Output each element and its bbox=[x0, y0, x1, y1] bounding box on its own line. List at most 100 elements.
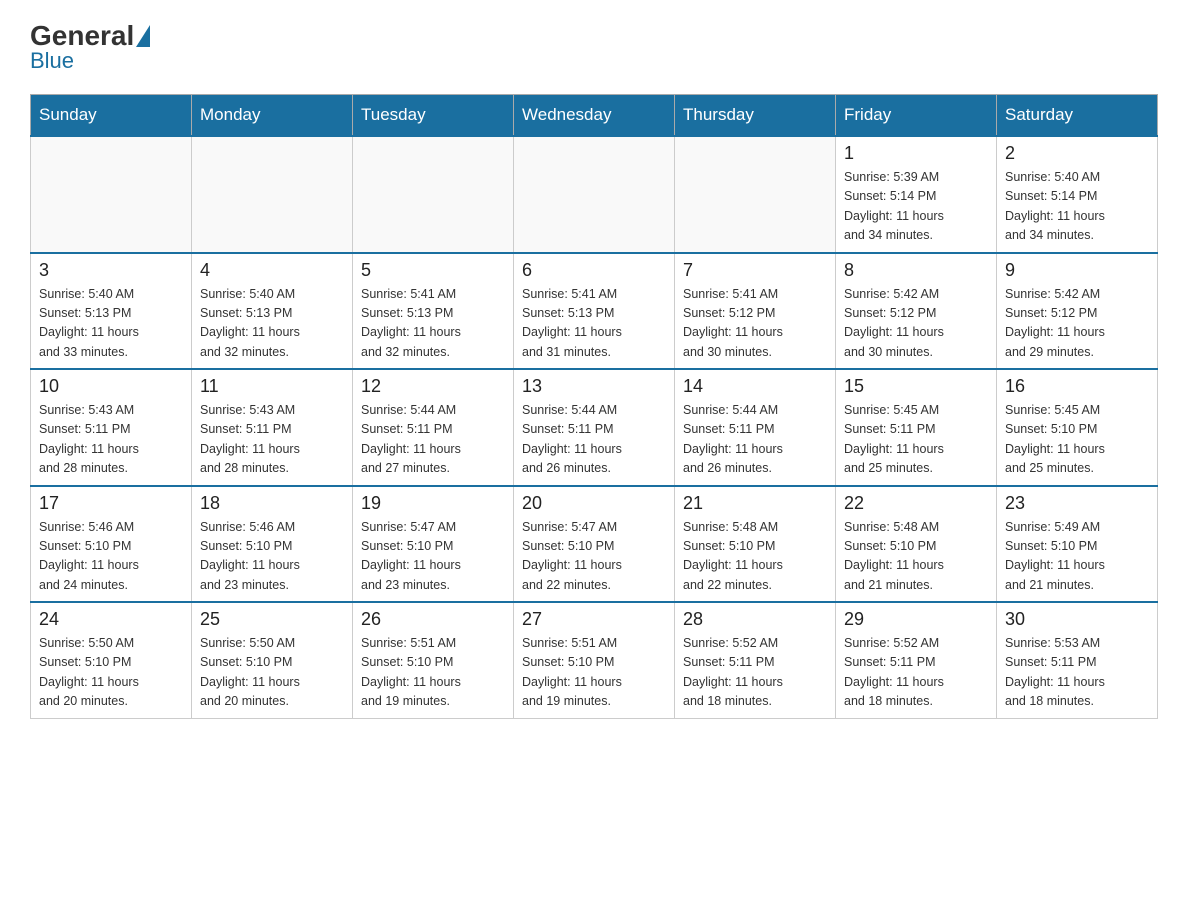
day-number: 24 bbox=[39, 609, 183, 630]
day-number: 28 bbox=[683, 609, 827, 630]
day-info: Sunrise: 5:42 AMSunset: 5:12 PMDaylight:… bbox=[844, 285, 988, 363]
calendar-cell-3-6: 23 Sunrise: 5:49 AMSunset: 5:10 PMDayligh… bbox=[997, 486, 1158, 603]
day-number: 25 bbox=[200, 609, 344, 630]
calendar-cell-3-0: 17Sunrise: 5:46 AMSunset: 5:10 PMDayligh… bbox=[31, 486, 192, 603]
week-row-1: 1 Sunrise: 5:39 AMSunset: 5:14 PMDaylight… bbox=[31, 136, 1158, 253]
calendar-cell-1-2: 5 Sunrise: 5:41 AMSunset: 5:13 PMDaylight… bbox=[353, 253, 514, 370]
calendar-cell-2-3: 13 Sunrise: 5:44 AMSunset: 5:11 PMDayligh… bbox=[514, 369, 675, 486]
day-info: Sunrise: 5:40 AMSunset: 5:14 PMDaylight:… bbox=[1005, 168, 1149, 246]
day-info: Sunrise: 5:46 AMSunset: 5:10 PMDaylight:… bbox=[200, 518, 344, 596]
calendar-cell-3-1: 18 Sunrise: 5:46 AMSunset: 5:10 PMDayligh… bbox=[192, 486, 353, 603]
calendar-cell-3-5: 22Sunrise: 5:48 AMSunset: 5:10 PMDayligh… bbox=[836, 486, 997, 603]
calendar-cell-0-4 bbox=[675, 136, 836, 253]
day-info: Sunrise: 5:50 AMSunset: 5:10 PMDaylight:… bbox=[200, 634, 344, 712]
calendar-cell-2-5: 15 Sunrise: 5:45 AMSunset: 5:11 PMDayligh… bbox=[836, 369, 997, 486]
day-number: 17 bbox=[39, 493, 183, 514]
calendar-cell-1-3: 6 Sunrise: 5:41 AMSunset: 5:13 PMDaylight… bbox=[514, 253, 675, 370]
day-number: 20 bbox=[522, 493, 666, 514]
day-info: Sunrise: 5:42 AMSunset: 5:12 PMDaylight:… bbox=[1005, 285, 1149, 363]
calendar-cell-0-1 bbox=[192, 136, 353, 253]
day-info: Sunrise: 5:48 AMSunset: 5:10 PMDaylight:… bbox=[683, 518, 827, 596]
day-number: 6 bbox=[522, 260, 666, 281]
calendar-cell-2-2: 12 Sunrise: 5:44 AMSunset: 5:11 PMDayligh… bbox=[353, 369, 514, 486]
week-row-4: 17 Sunrise: 5:46 AMSunset: 5:10 PMDayligh… bbox=[31, 486, 1158, 603]
day-number: 12 bbox=[361, 376, 505, 397]
day-info: Sunrise: 5:40 AMSunset: 5:13 PMDaylight:… bbox=[39, 285, 183, 363]
calendar-cell-0-6: 2Sunrise: 5:40 AMSunset: 5:14 PMDaylight… bbox=[997, 136, 1158, 253]
day-number: 21 bbox=[683, 493, 827, 514]
day-number: 1 bbox=[844, 143, 988, 164]
calendar-cell-2-6: 16Sunrise: 5:45 AMSunset: 5:10 PMDayligh… bbox=[997, 369, 1158, 486]
day-info: Sunrise: 5:44 AMSunset: 5:11 PMDaylight:… bbox=[361, 401, 505, 479]
day-info: Sunrise: 5:40 AMSunset: 5:13 PMDaylight:… bbox=[200, 285, 344, 363]
calendar-cell-4-1: 25 Sunrise: 5:50 AMSunset: 5:10 PMDayligh… bbox=[192, 602, 353, 718]
day-number: 23 bbox=[1005, 493, 1149, 514]
weekday-header-row: SundayMondayTuesdayWednesdayThursdayFrid… bbox=[31, 95, 1158, 137]
day-number: 27 bbox=[522, 609, 666, 630]
calendar-cell-3-3: 20Sunrise: 5:47 AMSunset: 5:10 PMDayligh… bbox=[514, 486, 675, 603]
day-info: Sunrise: 5:39 AMSunset: 5:14 PMDaylight:… bbox=[844, 168, 988, 246]
calendar-table: SundayMondayTuesdayWednesdayThursdayFrid… bbox=[30, 94, 1158, 719]
day-info: Sunrise: 5:43 AMSunset: 5:11 PMDaylight:… bbox=[200, 401, 344, 479]
calendar-cell-2-0: 10 Sunrise: 5:43 AMSunset: 5:11 PMDayligh… bbox=[31, 369, 192, 486]
day-info: Sunrise: 5:45 AMSunset: 5:10 PMDaylight:… bbox=[1005, 401, 1149, 479]
day-info: Sunrise: 5:43 AMSunset: 5:11 PMDaylight:… bbox=[39, 401, 183, 479]
day-number: 11 bbox=[200, 376, 344, 397]
calendar-cell-0-0 bbox=[31, 136, 192, 253]
day-info: Sunrise: 5:52 AMSunset: 5:11 PMDaylight:… bbox=[844, 634, 988, 712]
calendar-cell-4-0: 24 Sunrise: 5:50 AMSunset: 5:10 PMDayligh… bbox=[31, 602, 192, 718]
day-number: 8 bbox=[844, 260, 988, 281]
calendar-cell-4-2: 26Sunrise: 5:51 AMSunset: 5:10 PMDayligh… bbox=[353, 602, 514, 718]
calendar-cell-1-4: 7 Sunrise: 5:41 AMSunset: 5:12 PMDaylight… bbox=[675, 253, 836, 370]
day-number: 7 bbox=[683, 260, 827, 281]
day-number: 19 bbox=[361, 493, 505, 514]
day-info: Sunrise: 5:48 AMSunset: 5:10 PMDaylight:… bbox=[844, 518, 988, 596]
logo: General Blue bbox=[30, 20, 152, 74]
weekday-header-friday: Friday bbox=[836, 95, 997, 137]
calendar-cell-1-5: 8 Sunrise: 5:42 AMSunset: 5:12 PMDaylight… bbox=[836, 253, 997, 370]
page-header: General Blue bbox=[30, 20, 1158, 74]
calendar-cell-0-2 bbox=[353, 136, 514, 253]
day-number: 3 bbox=[39, 260, 183, 281]
day-number: 9 bbox=[1005, 260, 1149, 281]
day-info: Sunrise: 5:41 AMSunset: 5:13 PMDaylight:… bbox=[361, 285, 505, 363]
day-number: 4 bbox=[200, 260, 344, 281]
calendar-cell-4-6: 30 Sunrise: 5:53 AMSunset: 5:11 PMDayligh… bbox=[997, 602, 1158, 718]
day-number: 13 bbox=[522, 376, 666, 397]
calendar-cell-4-4: 28 Sunrise: 5:52 AMSunset: 5:11 PMDayligh… bbox=[675, 602, 836, 718]
calendar-cell-1-0: 3 Sunrise: 5:40 AMSunset: 5:13 PMDaylight… bbox=[31, 253, 192, 370]
day-number: 30 bbox=[1005, 609, 1149, 630]
day-number: 5 bbox=[361, 260, 505, 281]
day-number: 26 bbox=[361, 609, 505, 630]
logo-triangle-icon bbox=[136, 25, 150, 47]
calendar-cell-4-5: 29 Sunrise: 5:52 AMSunset: 5:11 PMDayligh… bbox=[836, 602, 997, 718]
day-number: 10 bbox=[39, 376, 183, 397]
week-row-3: 10 Sunrise: 5:43 AMSunset: 5:11 PMDayligh… bbox=[31, 369, 1158, 486]
day-info: Sunrise: 5:49 AMSunset: 5:10 PMDaylight:… bbox=[1005, 518, 1149, 596]
calendar-cell-1-6: 9 Sunrise: 5:42 AMSunset: 5:12 PMDaylight… bbox=[997, 253, 1158, 370]
calendar-cell-4-3: 27 Sunrise: 5:51 AMSunset: 5:10 PMDayligh… bbox=[514, 602, 675, 718]
day-info: Sunrise: 5:50 AMSunset: 5:10 PMDaylight:… bbox=[39, 634, 183, 712]
weekday-header-wednesday: Wednesday bbox=[514, 95, 675, 137]
day-info: Sunrise: 5:41 AMSunset: 5:13 PMDaylight:… bbox=[522, 285, 666, 363]
day-number: 18 bbox=[200, 493, 344, 514]
weekday-header-monday: Monday bbox=[192, 95, 353, 137]
day-info: Sunrise: 5:53 AMSunset: 5:11 PMDaylight:… bbox=[1005, 634, 1149, 712]
calendar-cell-0-5: 1 Sunrise: 5:39 AMSunset: 5:14 PMDaylight… bbox=[836, 136, 997, 253]
day-number: 29 bbox=[844, 609, 988, 630]
day-info: Sunrise: 5:51 AMSunset: 5:10 PMDaylight:… bbox=[522, 634, 666, 712]
week-row-2: 3 Sunrise: 5:40 AMSunset: 5:13 PMDaylight… bbox=[31, 253, 1158, 370]
weekday-header-saturday: Saturday bbox=[997, 95, 1158, 137]
logo-blue-text: Blue bbox=[30, 48, 74, 74]
day-number: 15 bbox=[844, 376, 988, 397]
day-info: Sunrise: 5:44 AMSunset: 5:11 PMDaylight:… bbox=[683, 401, 827, 479]
weekday-header-tuesday: Tuesday bbox=[353, 95, 514, 137]
day-number: 14 bbox=[683, 376, 827, 397]
day-info: Sunrise: 5:45 AMSunset: 5:11 PMDaylight:… bbox=[844, 401, 988, 479]
calendar-cell-1-1: 4 Sunrise: 5:40 AMSunset: 5:13 PMDaylight… bbox=[192, 253, 353, 370]
weekday-header-sunday: Sunday bbox=[31, 95, 192, 137]
day-info: Sunrise: 5:44 AMSunset: 5:11 PMDaylight:… bbox=[522, 401, 666, 479]
day-info: Sunrise: 5:41 AMSunset: 5:12 PMDaylight:… bbox=[683, 285, 827, 363]
calendar-cell-2-4: 14 Sunrise: 5:44 AMSunset: 5:11 PMDayligh… bbox=[675, 369, 836, 486]
day-info: Sunrise: 5:52 AMSunset: 5:11 PMDaylight:… bbox=[683, 634, 827, 712]
